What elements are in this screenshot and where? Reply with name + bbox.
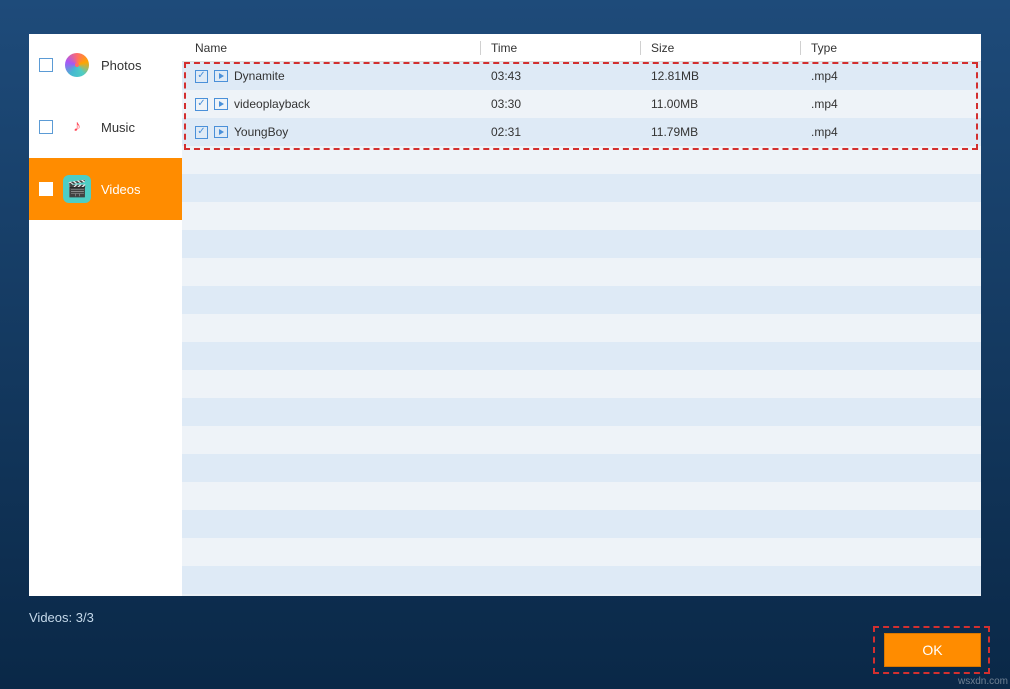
- checkbox-icon[interactable]: [195, 126, 208, 139]
- file-name: Dynamite: [234, 69, 285, 83]
- file-name: videoplayback: [234, 97, 310, 111]
- table-row: [182, 342, 981, 370]
- table-row: [182, 258, 981, 286]
- checkbox-icon[interactable]: [195, 98, 208, 111]
- table-header: Name Time Size Type: [182, 34, 981, 62]
- sidebar-item-photos[interactable]: Photos: [29, 34, 182, 96]
- table-body: Dynamite 03:43 12.81MB .mp4 videoplaybac…: [182, 62, 981, 596]
- table-row: [182, 566, 981, 594]
- header-name[interactable]: Name: [182, 41, 481, 55]
- file-time: 02:31: [481, 125, 641, 139]
- table-row: [182, 202, 981, 230]
- header-time[interactable]: Time: [481, 41, 641, 55]
- photos-icon: [63, 51, 91, 79]
- video-file-icon: [214, 126, 228, 138]
- videos-icon: 🎬: [63, 175, 91, 203]
- watermark: wsxdn.com: [958, 676, 1008, 687]
- file-time: 03:30: [481, 97, 641, 111]
- table-row: [182, 538, 981, 566]
- table-row: [182, 146, 981, 174]
- sidebar-item-label: Videos: [101, 182, 141, 197]
- table-row: [182, 174, 981, 202]
- checkbox-icon[interactable]: [39, 182, 53, 196]
- table-row: [182, 370, 981, 398]
- table-row: [182, 482, 981, 510]
- table-row[interactable]: Dynamite 03:43 12.81MB .mp4: [182, 62, 981, 90]
- file-type: .mp4: [801, 125, 981, 139]
- checkbox-icon[interactable]: [195, 70, 208, 83]
- table-row: [182, 426, 981, 454]
- file-size: 11.79MB: [641, 125, 801, 139]
- sidebar-item-music[interactable]: ♪ Music: [29, 96, 182, 158]
- table-row: [182, 314, 981, 342]
- file-size: 12.81MB: [641, 69, 801, 83]
- video-file-icon: [214, 70, 228, 82]
- table-row[interactable]: YoungBoy 02:31 11.79MB .mp4: [182, 118, 981, 146]
- file-size: 11.00MB: [641, 97, 801, 111]
- ok-button[interactable]: OK: [884, 633, 981, 667]
- table-row[interactable]: videoplayback 03:30 11.00MB .mp4: [182, 90, 981, 118]
- status-text: Videos: 3/3: [29, 610, 94, 625]
- music-icon: ♪: [63, 113, 91, 141]
- file-type: .mp4: [801, 69, 981, 83]
- content-area: Name Time Size Type Dynamite 03:43 12.81…: [182, 34, 981, 596]
- sidebar-item-videos[interactable]: 🎬 Videos: [29, 158, 182, 220]
- table-row: [182, 454, 981, 482]
- sidebar: Photos ♪ Music 🎬 Videos: [29, 34, 182, 596]
- table-row: [182, 398, 981, 426]
- sidebar-item-label: Music: [101, 120, 135, 135]
- file-name: YoungBoy: [234, 125, 288, 139]
- file-type: .mp4: [801, 97, 981, 111]
- table-row: [182, 230, 981, 258]
- sidebar-item-label: Photos: [101, 58, 141, 73]
- video-file-icon: [214, 98, 228, 110]
- table-row: [182, 510, 981, 538]
- main-panel: Photos ♪ Music 🎬 Videos Name Time Size T…: [29, 34, 981, 596]
- file-time: 03:43: [481, 69, 641, 83]
- checkbox-icon[interactable]: [39, 120, 53, 134]
- checkbox-icon[interactable]: [39, 58, 53, 72]
- header-size[interactable]: Size: [641, 41, 801, 55]
- header-type[interactable]: Type: [801, 41, 981, 55]
- table-row: [182, 286, 981, 314]
